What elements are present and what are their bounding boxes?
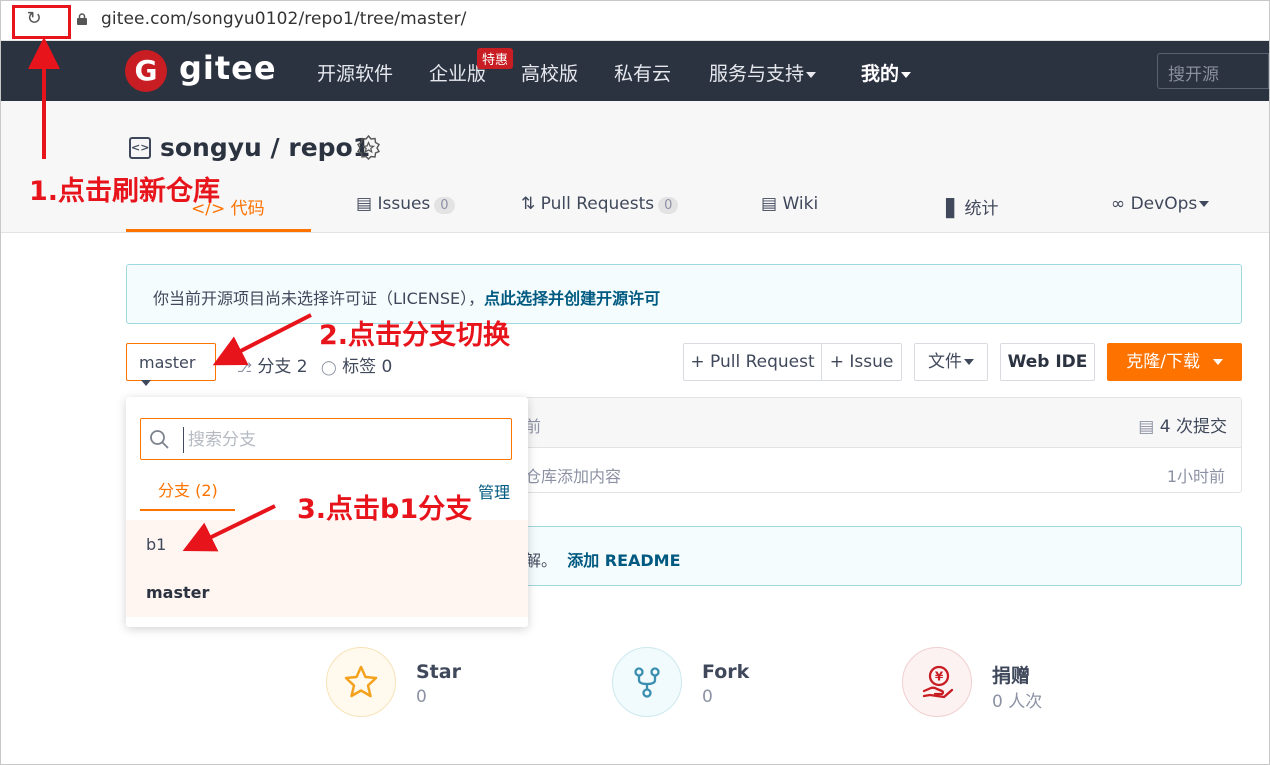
branch-item-master[interactable]: master — [146, 583, 209, 602]
tab-wiki[interactable]: ▤ Wiki — [761, 194, 818, 214]
donate-icon: ¥ — [922, 665, 954, 699]
new-pull-request-button[interactable]: + Pull Request — [683, 343, 822, 381]
star-icon — [344, 665, 378, 698]
license-notice: 你当前开源项目尚未选择许可证（LICENSE），点此选择并创建开源许可 — [126, 264, 1242, 324]
nav-education[interactable]: 高校版 — [521, 59, 578, 86]
tab-stats[interactable]: ▋ 统计 — [946, 194, 998, 219]
code-icon: <> — [129, 137, 151, 159]
file-menu-button[interactable]: 文件 — [914, 343, 988, 381]
clone-download-label: 克隆/下载 — [1126, 352, 1200, 372]
tab-stats-label: 统计 — [964, 199, 999, 219]
tab-wiki-label: Wiki — [782, 194, 819, 214]
branch-item-b1[interactable]: b1 — [146, 535, 166, 554]
wiki-icon: ▤ — [761, 194, 778, 214]
chevron-down-icon — [901, 71, 912, 78]
hot-badge: 特惠 — [477, 48, 514, 69]
issues-icon: ▤ — [356, 194, 373, 214]
star-button[interactable] — [326, 647, 396, 717]
chevron-down-icon — [1212, 359, 1223, 365]
nav-mine[interactable]: 我的 — [861, 59, 912, 86]
manage-branches-link[interactable]: 管理 — [478, 479, 510, 503]
stats-icon: ▋ — [946, 199, 960, 219]
license-notice-text-wrap: 你当前开源项目尚未选择许可证（LICENSE），点此选择并创建开源许可 — [153, 285, 660, 309]
file-commit-time: 1小时前 — [1166, 467, 1225, 486]
commit-count-label: 4 次提交 — [1159, 417, 1227, 437]
svg-text:¥: ¥ — [935, 670, 944, 684]
create-license-link[interactable]: 点此选择并创建开源许可 — [484, 289, 660, 308]
search-input[interactable]: 搜开源 — [1157, 53, 1269, 89]
donate-label: 捐赠 — [992, 665, 1031, 687]
issues-count: 0 — [434, 197, 455, 214]
tag-count-label: 标签 0 — [342, 357, 393, 377]
tab-issues-label: Issues — [377, 194, 431, 214]
active-tab-underline — [126, 229, 311, 232]
annotation-step2: 2.点击分支切换 — [319, 320, 511, 351]
current-branch-label: master — [139, 353, 196, 372]
file-commit-message[interactable]: 仓库添加内容 — [525, 463, 621, 487]
tab-pulls-label: Pull Requests — [540, 194, 655, 214]
nav-open-source[interactable]: 开源软件 — [317, 59, 393, 86]
branch-count-label: 分支 2 — [257, 357, 308, 377]
readme-notice-text: 解。 — [525, 551, 558, 570]
nav-services[interactable]: 服务与支持 — [709, 59, 817, 86]
tab-issues[interactable]: ▤ Issues 0 — [356, 194, 455, 214]
branch-selector-button[interactable]: master — [126, 343, 216, 386]
annotation-step1: 1.点击刷新仓库 — [29, 176, 221, 207]
fork-icon — [634, 667, 660, 698]
repo-header: <> songyu / repo1 </> 代码 ▤ Issues 0 ⇅ Pul… — [1, 101, 1269, 233]
star-count[interactable]: 0 — [416, 687, 427, 707]
browser-address-bar: ↻ gitee.com/songyu0102/repo1/tree/master… — [1, 1, 1269, 41]
branch-search-field[interactable] — [140, 418, 512, 460]
branch-icon: ⎇ — [237, 361, 252, 376]
commit-count-link[interactable]: ▤ 4 次提交 — [1138, 412, 1227, 437]
branch-tab-underline — [140, 509, 235, 511]
new-issue-button[interactable]: + Issue — [821, 343, 902, 381]
chevron-down-icon — [964, 359, 974, 365]
tab-devops-label: DevOps — [1130, 194, 1198, 214]
top-navbar: G gitee 开源软件 企业版 特惠 高校版 私有云 服务与支持 我的 搜开源 — [1, 41, 1269, 101]
commit-icon: ▤ — [1138, 417, 1155, 437]
web-ide-button[interactable]: Web IDE — [1000, 343, 1095, 381]
annotation-step3: 3.点击b1分支 — [297, 494, 473, 525]
gitee-logo-icon[interactable]: G — [125, 50, 167, 92]
chevron-down-icon — [141, 379, 151, 386]
badge-icon[interactable] — [356, 135, 381, 160]
tab-devops[interactable]: ∞ DevOps — [1111, 194, 1210, 214]
donate-button[interactable]: ¥ — [902, 647, 972, 717]
repo-title[interactable]: songyu / repo1 — [160, 133, 370, 162]
tag-count-link[interactable]: ◯ 标签 0 — [321, 352, 392, 377]
tag-icon: ◯ — [321, 360, 337, 376]
fork-label: Fork — [702, 661, 750, 683]
search-icon — [150, 430, 169, 449]
nav-mine-label: 我的 — [861, 63, 900, 85]
chevron-down-icon — [1199, 201, 1210, 207]
clone-download-button[interactable]: 克隆/下载 — [1107, 343, 1242, 381]
fork-button[interactable] — [612, 647, 682, 717]
nav-private-cloud[interactable]: 私有云 — [614, 59, 671, 86]
gitee-logo-text[interactable]: gitee — [179, 49, 277, 87]
branch-search-input[interactable] — [183, 427, 503, 453]
license-notice-text: 你当前开源项目尚未选择许可证（LICENSE）， — [153, 289, 485, 308]
fork-count[interactable]: 0 — [702, 687, 713, 707]
branch-list: b1 master — [126, 520, 528, 617]
readme-notice-text-wrap: 解。 添加 README — [525, 547, 681, 571]
tab-pull-requests[interactable]: ⇅ Pull Requests 0 — [521, 194, 679, 214]
branch-count-link[interactable]: ⎇ 分支 2 — [237, 352, 308, 377]
file-menu-label: 文件 — [928, 352, 962, 372]
devops-icon: ∞ — [1111, 194, 1126, 214]
branch-tab[interactable]: 分支 (2) — [158, 477, 218, 501]
lock-icon — [77, 13, 87, 25]
star-label: Star — [416, 661, 461, 683]
reload-highlight-box — [12, 5, 71, 39]
donate-count[interactable]: 0 人次 — [992, 687, 1042, 712]
pull-request-icon: ⇅ — [521, 194, 536, 214]
url-field[interactable]: gitee.com/songyu0102/repo1/tree/master/ — [101, 9, 467, 29]
tab-code-label: 代码 — [230, 199, 265, 219]
nav-services-label: 服务与支持 — [709, 63, 805, 85]
add-readme-link[interactable]: 添加 README — [567, 551, 680, 570]
chevron-down-icon — [806, 71, 817, 78]
pulls-count: 0 — [658, 197, 679, 214]
